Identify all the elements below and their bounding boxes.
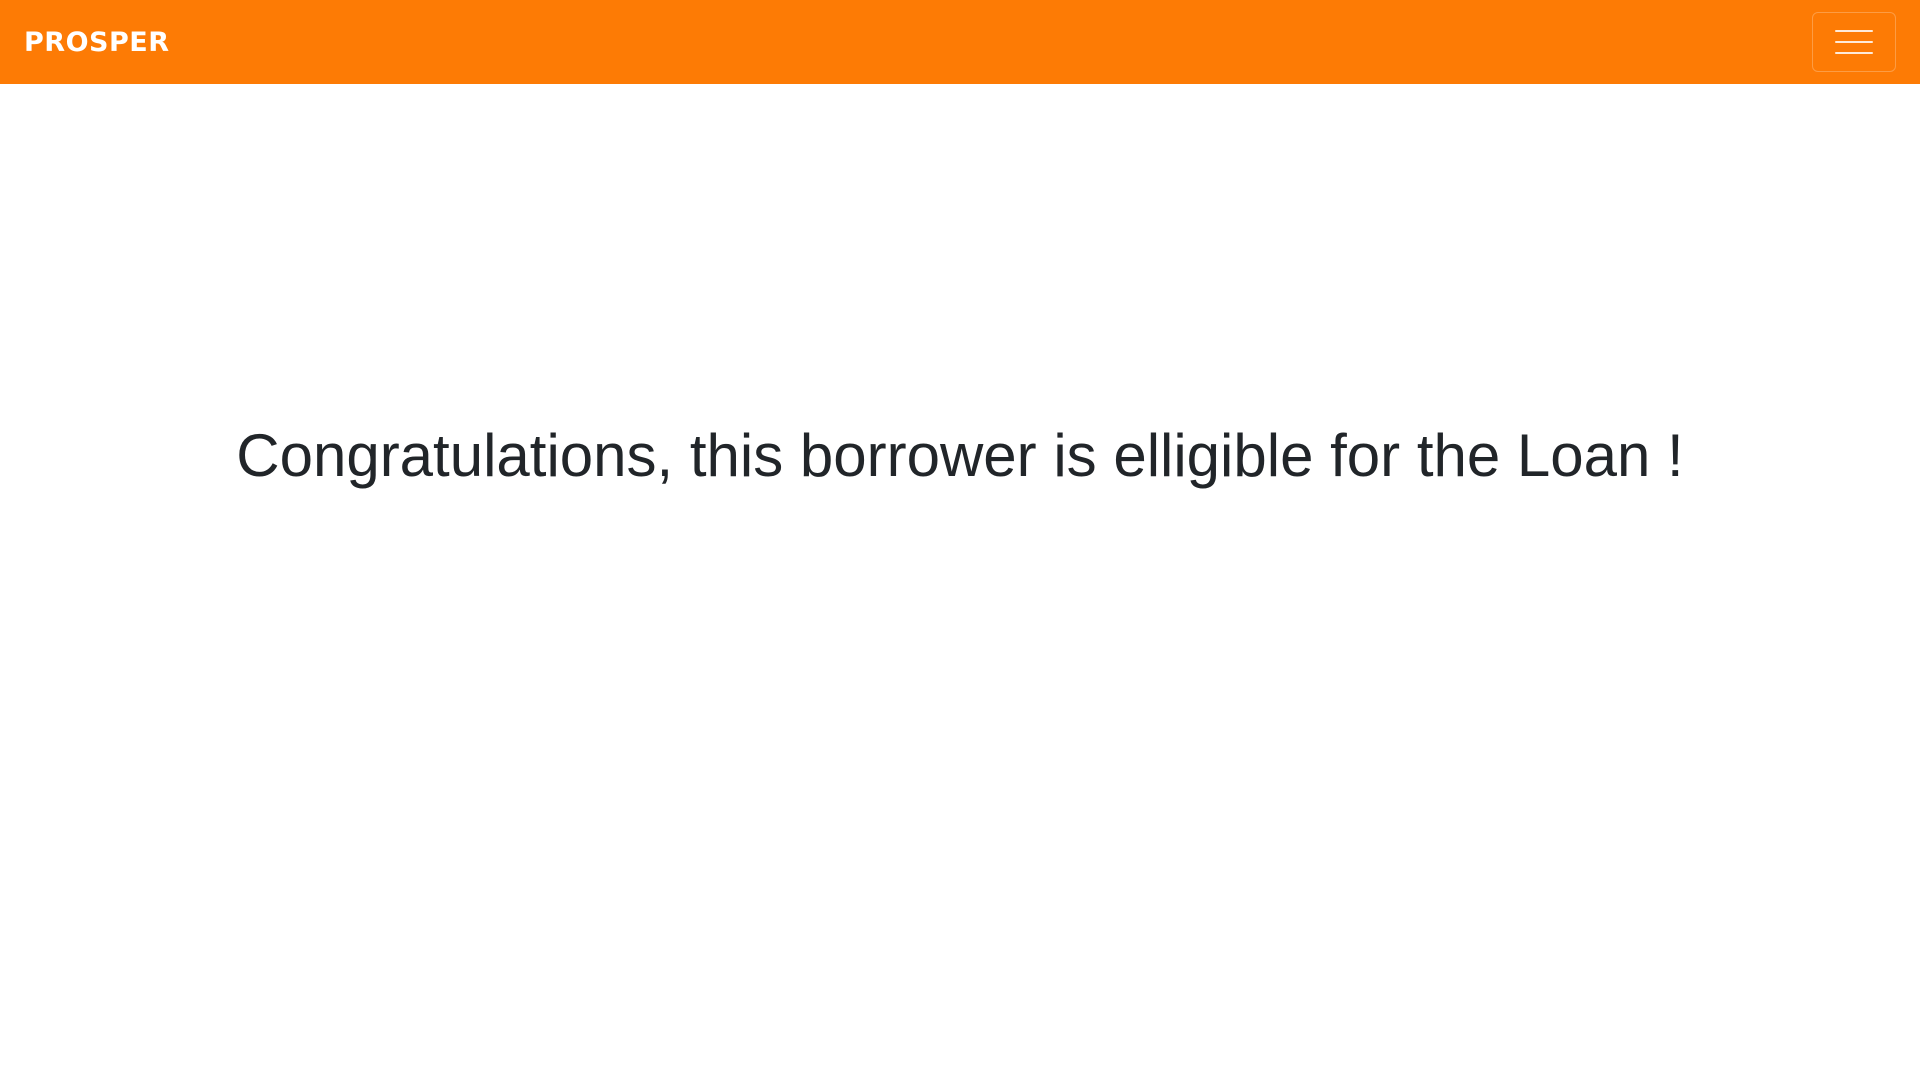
eligibility-message: Congratulations, this borrower is elligi… xyxy=(236,422,1684,489)
main-content: Congratulations, this borrower is elligi… xyxy=(0,84,1920,1080)
hamburger-menu-icon xyxy=(1835,30,1873,32)
top-navbar: PROSPER xyxy=(0,0,1920,84)
hamburger-menu-icon-bar-bottom xyxy=(1835,52,1873,54)
brand-logo-link[interactable]: PROSPER xyxy=(24,29,170,56)
navbar-toggler-button[interactable] xyxy=(1812,12,1896,72)
hamburger-menu-icon-bar-middle xyxy=(1835,41,1873,43)
